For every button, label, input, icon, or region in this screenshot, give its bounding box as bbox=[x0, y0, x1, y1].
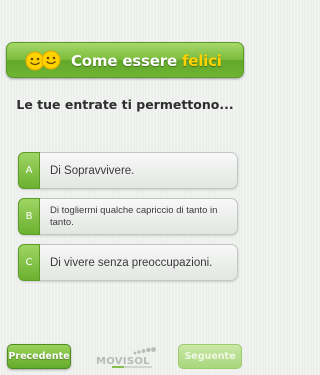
answer-letter-c: C bbox=[18, 244, 40, 281]
app-header: Come essere felici bbox=[6, 42, 244, 78]
question-text: Le tue entrate ti permettono... bbox=[16, 97, 234, 112]
app-title-highlight: felici bbox=[181, 52, 222, 70]
logo-dots-icon bbox=[133, 347, 156, 355]
answer-letter-a: A bbox=[18, 152, 40, 189]
footer-bar: Precedente MOVISOL Seguente bbox=[0, 339, 250, 375]
answer-option-c[interactable]: C Di vivere senza preoccupazioni. bbox=[18, 244, 238, 281]
answer-text-c: Di vivere senza preoccupazioni. bbox=[50, 256, 213, 269]
progress-bar bbox=[112, 366, 152, 368]
answer-letter-b: B bbox=[18, 198, 40, 235]
app-title-main: Come essere bbox=[71, 52, 182, 70]
app-title: Come essere felici bbox=[71, 52, 222, 70]
answer-option-a[interactable]: A Di Sopravvivere. bbox=[18, 152, 238, 189]
answer-text-b: Di togliermi qualche capriccio di tanto … bbox=[50, 204, 218, 228]
answer-text-a: Di Sopravvivere. bbox=[50, 164, 135, 177]
progress-bar-fill bbox=[112, 366, 124, 368]
answer-option-b[interactable]: B Di togliermi qualche capriccio di tant… bbox=[18, 198, 238, 235]
next-button[interactable]: Seguente bbox=[178, 344, 242, 369]
smiley-faces-icon bbox=[25, 50, 61, 71]
previous-button[interactable]: Precedente bbox=[7, 344, 71, 369]
